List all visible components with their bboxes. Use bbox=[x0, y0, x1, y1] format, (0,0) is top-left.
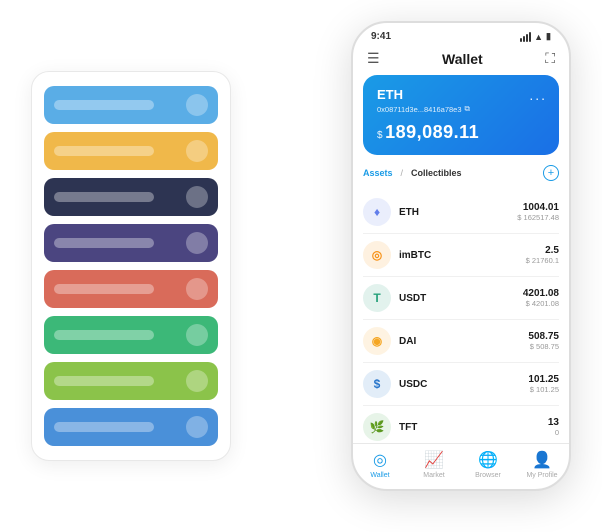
asset-amount: 4201.08 bbox=[523, 288, 559, 299]
asset-usd: $ 21760.1 bbox=[526, 256, 559, 265]
card-item bbox=[44, 408, 218, 446]
asset-row[interactable]: 🌿 TFT 130 bbox=[363, 406, 559, 443]
asset-usd: 0 bbox=[548, 428, 559, 437]
asset-icon: T bbox=[363, 284, 391, 312]
page-title: Wallet bbox=[442, 51, 483, 67]
hero-ticker: ETH bbox=[377, 87, 545, 102]
nav-icon: 📈 bbox=[424, 450, 444, 470]
asset-icon: 🌿 bbox=[363, 413, 391, 441]
phone: 9:41 ▲ ▮ ☰ Wallet ⛶ ... ETH bbox=[351, 21, 571, 491]
asset-name: imBTC bbox=[399, 250, 518, 261]
signal-icon bbox=[520, 32, 531, 42]
assets-header: Assets / Collectibles + bbox=[363, 163, 559, 183]
asset-row[interactable]: ◎ imBTC 2.5$ 21760.1 bbox=[363, 234, 559, 277]
nav-item-market[interactable]: 📈 Market bbox=[407, 450, 461, 479]
card-item-text bbox=[54, 330, 154, 340]
asset-name: ETH bbox=[399, 207, 509, 218]
card-item-text bbox=[54, 100, 154, 110]
nav-label: Wallet bbox=[370, 472, 389, 479]
asset-amount: 508.75 bbox=[528, 331, 559, 342]
asset-values: 4201.08$ 4201.08 bbox=[523, 288, 559, 308]
card-item-text bbox=[54, 146, 154, 156]
phone-body: ... ETH 0x08711d3e...8416a78e3 ⧉ $189,08… bbox=[353, 75, 569, 443]
asset-amount: 101.25 bbox=[528, 374, 559, 385]
asset-name: DAI bbox=[399, 336, 520, 347]
asset-amount: 13 bbox=[548, 417, 559, 428]
nav-label: My Profile bbox=[526, 472, 557, 479]
scene: 9:41 ▲ ▮ ☰ Wallet ⛶ ... ETH bbox=[31, 21, 571, 511]
battery-icon: ▮ bbox=[546, 31, 551, 42]
asset-list: ♦ ETH 1004.01$ 162517.48 ◎ imBTC 2.5$ 21760.1… bbox=[363, 191, 559, 443]
asset-values: 1004.01$ 162517.48 bbox=[517, 202, 559, 222]
asset-row[interactable]: ◉ DAI 508.75$ 508.75 bbox=[363, 320, 559, 363]
asset-icon: ♦ bbox=[363, 198, 391, 226]
card-item-text bbox=[54, 376, 154, 386]
expand-icon[interactable]: ⛶ bbox=[545, 50, 555, 67]
more-icon[interactable]: ... bbox=[529, 87, 547, 103]
asset-amount: 2.5 bbox=[526, 245, 559, 256]
card-item-dot bbox=[186, 370, 208, 392]
asset-row[interactable]: ♦ ETH 1004.01$ 162517.48 bbox=[363, 191, 559, 234]
asset-values: 508.75$ 508.75 bbox=[528, 331, 559, 351]
card-item bbox=[44, 178, 218, 216]
tab-assets[interactable]: Assets bbox=[363, 168, 393, 178]
nav-label: Browser bbox=[475, 472, 501, 479]
nav-item-my-profile[interactable]: 👤 My Profile bbox=[515, 450, 569, 479]
asset-amount: 1004.01 bbox=[517, 202, 559, 213]
nav-label: Market bbox=[423, 472, 444, 479]
wifi-icon: ▲ bbox=[534, 32, 543, 42]
card-item bbox=[44, 270, 218, 308]
asset-row[interactable]: T USDT 4201.08$ 4201.08 bbox=[363, 277, 559, 320]
card-item-dot bbox=[186, 232, 208, 254]
nav-icon: ◎ bbox=[373, 450, 387, 470]
assets-tabs: Assets / Collectibles bbox=[363, 168, 462, 178]
card-item-dot bbox=[186, 140, 208, 162]
time-label: 9:41 bbox=[371, 31, 391, 42]
tab-collectibles[interactable]: Collectibles bbox=[411, 168, 462, 178]
nav-icon: 🌐 bbox=[478, 450, 498, 470]
asset-usd: $ 101.25 bbox=[528, 385, 559, 394]
card-item-dot bbox=[186, 278, 208, 300]
card-item bbox=[44, 316, 218, 354]
card-item-dot bbox=[186, 94, 208, 116]
card-item-text bbox=[54, 284, 154, 294]
asset-values: 2.5$ 21760.1 bbox=[526, 245, 559, 265]
nav-icon: 👤 bbox=[532, 450, 552, 470]
asset-values: 130 bbox=[548, 417, 559, 437]
hero-card: ... ETH 0x08711d3e...8416a78e3 ⧉ $189,08… bbox=[363, 75, 559, 155]
asset-icon: $ bbox=[363, 370, 391, 398]
card-item-dot bbox=[186, 324, 208, 346]
card-item-dot bbox=[186, 186, 208, 208]
bottom-nav: ◎ Wallet 📈 Market 🌐 Browser 👤 My Profile bbox=[353, 443, 569, 489]
status-icons: ▲ ▮ bbox=[520, 31, 551, 42]
asset-usd: $ 508.75 bbox=[528, 342, 559, 351]
card-item bbox=[44, 362, 218, 400]
hero-balance: $189,089.11 bbox=[377, 122, 545, 143]
card-item-text bbox=[54, 422, 154, 432]
asset-usd: $ 4201.08 bbox=[523, 299, 559, 308]
card-item-dot bbox=[186, 416, 208, 438]
asset-usd: $ 162517.48 bbox=[517, 213, 559, 222]
asset-name: TFT bbox=[399, 422, 540, 433]
copy-icon[interactable]: ⧉ bbox=[465, 104, 470, 114]
card-stack bbox=[31, 71, 231, 461]
nav-item-wallet[interactable]: ◎ Wallet bbox=[353, 450, 407, 479]
hero-address: 0x08711d3e...8416a78e3 ⧉ bbox=[377, 104, 545, 114]
card-item-text bbox=[54, 238, 154, 248]
add-asset-button[interactable]: + bbox=[543, 165, 559, 181]
asset-values: 101.25$ 101.25 bbox=[528, 374, 559, 394]
asset-name: USDC bbox=[399, 379, 520, 390]
nav-item-browser[interactable]: 🌐 Browser bbox=[461, 450, 515, 479]
card-item bbox=[44, 86, 218, 124]
card-item-text bbox=[54, 192, 154, 202]
asset-row[interactable]: $ USDC 101.25$ 101.25 bbox=[363, 363, 559, 406]
asset-icon: ◎ bbox=[363, 241, 391, 269]
status-bar: 9:41 ▲ ▮ bbox=[353, 23, 569, 46]
asset-name: USDT bbox=[399, 293, 515, 304]
asset-icon: ◉ bbox=[363, 327, 391, 355]
phone-header: ☰ Wallet ⛶ bbox=[353, 46, 569, 75]
card-item bbox=[44, 224, 218, 262]
card-item bbox=[44, 132, 218, 170]
menu-icon[interactable]: ☰ bbox=[367, 50, 380, 67]
